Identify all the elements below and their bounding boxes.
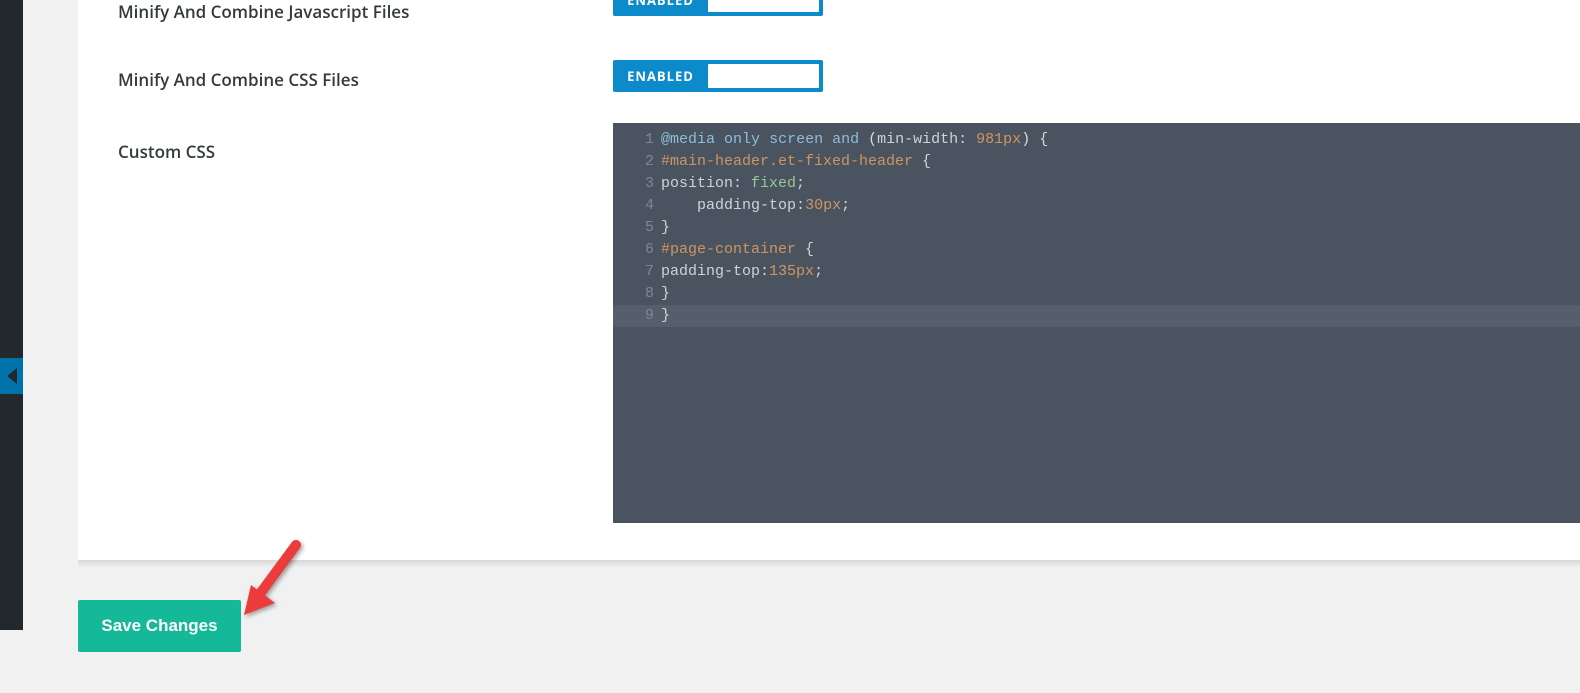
gutter-line-number: 5	[613, 217, 658, 239]
code-line[interactable]: position: fixed;	[661, 173, 1580, 195]
sidebar-collapse-button[interactable]	[0, 358, 23, 394]
code-line[interactable]: }	[661, 283, 1580, 305]
setting-label-minify-js: Minify And Combine Javascript Files	[118, 0, 409, 23]
toggle-thumb	[708, 0, 819, 12]
gutter-line-number: 1	[613, 129, 658, 151]
toggle-state-text: ENABLED	[613, 60, 708, 92]
gutter-line-number: 6	[613, 239, 658, 261]
gutter-line-number: 7	[613, 261, 658, 283]
gutter-line-number: 3	[613, 173, 658, 195]
gutter-line-number: 9	[613, 305, 658, 327]
code-line[interactable]: }	[661, 305, 1580, 327]
toggle-state-text: ENABLED	[613, 0, 708, 16]
toggle-minify-css[interactable]: ENABLED	[613, 60, 823, 92]
editor-gutter: 123456789	[613, 123, 658, 327]
code-line[interactable]: #main-header.et-fixed-header {	[661, 151, 1580, 173]
custom-css-editor[interactable]: 123456789 @media only screen and (min-wi…	[613, 123, 1580, 523]
setting-label-custom-css: Custom CSS	[118, 140, 215, 163]
settings-panel: Minify And Combine Javascript Files ENAB…	[78, 0, 1580, 560]
panel-shadow	[78, 560, 1580, 568]
toggle-minify-js[interactable]: ENABLED	[613, 0, 823, 16]
viewport: Minify And Combine Javascript Files ENAB…	[0, 0, 1580, 693]
code-line[interactable]: @media only screen and (min-width: 981px…	[661, 129, 1580, 151]
chevron-left-icon	[0, 358, 23, 394]
gutter-line-number: 8	[613, 283, 658, 305]
content-area: Minify And Combine Javascript Files ENAB…	[23, 0, 1580, 693]
code-line[interactable]: padding-top:30px;	[661, 195, 1580, 217]
code-line[interactable]: }	[661, 217, 1580, 239]
toggle-thumb	[708, 64, 819, 88]
admin-sidebar	[0, 0, 23, 630]
code-line[interactable]: padding-top:135px;	[661, 261, 1580, 283]
gutter-line-number: 4	[613, 195, 658, 217]
setting-label-minify-css: Minify And Combine CSS Files	[118, 68, 359, 91]
save-button[interactable]: Save Changes	[78, 600, 241, 652]
gutter-line-number: 2	[613, 151, 658, 173]
code-line[interactable]: #page-container {	[661, 239, 1580, 261]
editor-lines[interactable]: @media only screen and (min-width: 981px…	[661, 123, 1580, 327]
